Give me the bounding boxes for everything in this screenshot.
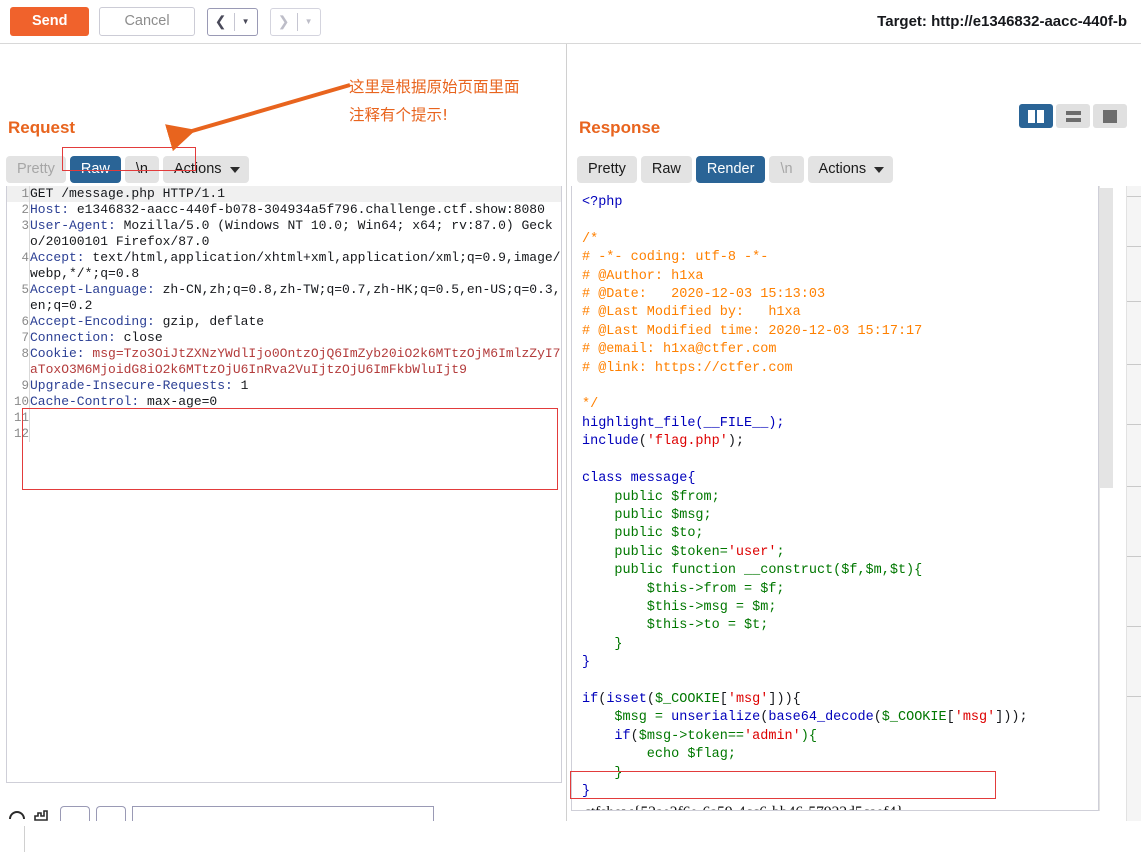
request-editor[interactable]: 1 GET /message.php HTTP/1.1 2 Host: e134683… bbox=[6, 186, 562, 783]
tab-request-newline[interactable]: \n bbox=[124, 156, 159, 184]
request-tabs: Pretty Raw \n Actions bbox=[6, 156, 249, 184]
line-number: 6 bbox=[7, 314, 30, 330]
line-text: GET /message.php HTTP/1.1 bbox=[29, 186, 561, 202]
prev-request-group[interactable]: ❮ ▼ bbox=[206, 7, 258, 36]
line-text: User-Agent: Mozilla/5.0 (Windows NT 10.0… bbox=[30, 218, 553, 249]
request-line: 11 bbox=[7, 410, 561, 426]
next-dropdown-caret-icon[interactable]: ▼ bbox=[298, 9, 320, 35]
filter-icon[interactable] bbox=[34, 807, 54, 821]
tab-response-newline[interactable]: \n bbox=[769, 156, 804, 184]
request-line: 12 bbox=[7, 426, 561, 442]
response-title: Response bbox=[579, 118, 661, 137]
arrow-pointer-icon bbox=[165, 83, 351, 152]
search-input[interactable] bbox=[132, 806, 434, 821]
line-text bbox=[30, 426, 562, 442]
single-view-icon bbox=[1103, 109, 1117, 123]
annotation-text: 这里是根据原始页面里面 注释有个提示! bbox=[349, 73, 520, 129]
search-next-button[interactable] bbox=[96, 806, 126, 821]
line-number: 3 bbox=[7, 218, 30, 250]
view-mode-columns-button[interactable] bbox=[1019, 104, 1053, 128]
request-pane: Request Pretty Raw \n Actions 1 GET /mess… bbox=[0, 44, 566, 852]
request-line: 3 User-Agent: Mozilla/5.0 (Windows NT 10.… bbox=[7, 218, 561, 250]
request-line: 7 Connection: close bbox=[7, 330, 561, 346]
line-text bbox=[30, 410, 562, 426]
request-line: 10 Cache-Control: max-age=0 bbox=[7, 394, 561, 410]
line-number: 1 bbox=[7, 186, 30, 202]
line-text: Cache-Control: max-age=0 bbox=[30, 394, 218, 409]
chevron-down-icon bbox=[874, 166, 885, 173]
line-text: Accept-Language: zh-CN,zh;q=0.8,zh-TW;q=… bbox=[30, 282, 561, 313]
response-tabs: Pretty Raw Render \n Actions bbox=[577, 156, 894, 184]
rows-view-icon bbox=[1065, 110, 1081, 122]
line-text: Host: e1346832-aacc-440f-b078-304934a5f7… bbox=[30, 202, 545, 217]
next-request-group[interactable]: ❯ ▼ bbox=[269, 7, 321, 36]
view-mode-single-button[interactable] bbox=[1093, 104, 1127, 128]
main-toolbar: Send Cancel ❮ ▼ ❯ ▼ Target: http://e1346… bbox=[0, 0, 1141, 44]
line-number: 11 bbox=[7, 410, 30, 426]
chevron-left-icon[interactable]: ❮ bbox=[208, 9, 234, 35]
tab-request-pretty[interactable]: Pretty bbox=[6, 156, 66, 184]
view-mode-group bbox=[1019, 104, 1127, 128]
line-number: 10 bbox=[7, 394, 30, 410]
chevron-down-icon bbox=[229, 166, 240, 173]
response-source-code: <?php /* # -*- coding: utf-8 -*- # @Auth… bbox=[582, 195, 1028, 799]
request-search-bar bbox=[0, 803, 566, 821]
search-prev-button[interactable] bbox=[60, 806, 90, 821]
request-title: Request bbox=[8, 118, 76, 137]
prev-dropdown-caret-icon[interactable]: ▼ bbox=[235, 9, 257, 35]
line-text: Connection: close bbox=[30, 330, 163, 345]
tab-request-raw[interactable]: Raw bbox=[69, 156, 121, 184]
tab-response-raw[interactable]: Raw bbox=[640, 156, 692, 184]
columns-view-icon bbox=[1028, 109, 1044, 123]
target-label: Target: http://e1346832-aacc-440f-b bbox=[877, 13, 1127, 30]
request-line: 8 Cookie: msg=Tzo3OiJtZXNzYWdlIjo0OntzOjQ… bbox=[7, 346, 561, 378]
response-pane: Response Pretty Raw Render \n Actions <?… bbox=[567, 44, 1141, 821]
request-line: 2 Host: e1346832-aacc-440f-b078-304934a5f… bbox=[7, 202, 561, 218]
line-number: 2 bbox=[7, 202, 30, 218]
response-scrollbar-thumb[interactable] bbox=[1100, 188, 1113, 488]
chevron-right-icon[interactable]: ❯ bbox=[271, 9, 297, 35]
request-line: 9 Upgrade-Insecure-Requests: 1 bbox=[7, 378, 561, 394]
line-number: 12 bbox=[7, 426, 30, 442]
request-editor-wrap: 1 GET /message.php HTTP/1.1 2 Host: e134683… bbox=[0, 186, 566, 821]
send-button[interactable]: Send bbox=[10, 6, 90, 37]
request-response-split: Request Pretty Raw \n Actions 1 GET /mess… bbox=[0, 44, 1141, 852]
line-number: 9 bbox=[7, 378, 30, 394]
request-line-table: 1 GET /message.php HTTP/1.1 2 Host: e134683… bbox=[7, 186, 561, 442]
line-text: Accept-Encoding: gzip, deflate bbox=[30, 314, 265, 329]
request-line: 5 Accept-Language: zh-CN,zh;q=0.8,zh-TW;q… bbox=[7, 282, 561, 314]
line-number: 7 bbox=[7, 330, 30, 346]
annotation-line-2: 注释有个提示! bbox=[349, 106, 449, 124]
line-number: 8 bbox=[7, 346, 30, 378]
annotation-line-1: 这里是根据原始页面里面 bbox=[349, 78, 520, 96]
response-actions-button[interactable]: Actions bbox=[807, 156, 894, 184]
line-text: Upgrade-Insecure-Requests: 1 bbox=[30, 378, 249, 393]
view-mode-rows-button[interactable] bbox=[1056, 104, 1090, 128]
response-scrollbar[interactable] bbox=[1099, 186, 1113, 811]
request-line: 4 Accept: text/html,application/xhtml+xml… bbox=[7, 250, 561, 282]
response-actions-label: Actions bbox=[818, 161, 867, 177]
line-text: Cookie: msg=Tzo3OiJtZXNzYWdlIjo0OntzOjQ6… bbox=[30, 346, 561, 377]
request-actions-button[interactable]: Actions bbox=[162, 156, 249, 184]
flag-output: ctfshow{52ae2f6e-6a59-4cc6-bb46-57922d5c… bbox=[572, 801, 1098, 810]
search-icon[interactable] bbox=[8, 807, 28, 821]
line-number: 4 bbox=[7, 250, 30, 282]
response-viewer[interactable]: <?php /* # -*- coding: utf-8 -*- # @Auth… bbox=[571, 186, 1099, 811]
request-actions-label: Actions bbox=[173, 161, 222, 177]
response-viewer-wrap: <?php /* # -*- coding: utf-8 -*- # @Auth… bbox=[567, 186, 1141, 821]
divider bbox=[24, 826, 25, 852]
tab-response-pretty[interactable]: Pretty bbox=[577, 156, 637, 184]
request-line: 1 GET /message.php HTTP/1.1 bbox=[7, 186, 561, 202]
request-line: 6 Accept-Encoding: gzip, deflate bbox=[7, 314, 561, 330]
tab-response-render[interactable]: Render bbox=[695, 156, 766, 184]
cancel-button[interactable]: Cancel bbox=[99, 6, 195, 37]
response-minimap-strip[interactable] bbox=[1126, 186, 1141, 821]
line-text: Accept: text/html,application/xhtml+xml,… bbox=[30, 250, 561, 281]
line-number: 5 bbox=[7, 282, 30, 314]
